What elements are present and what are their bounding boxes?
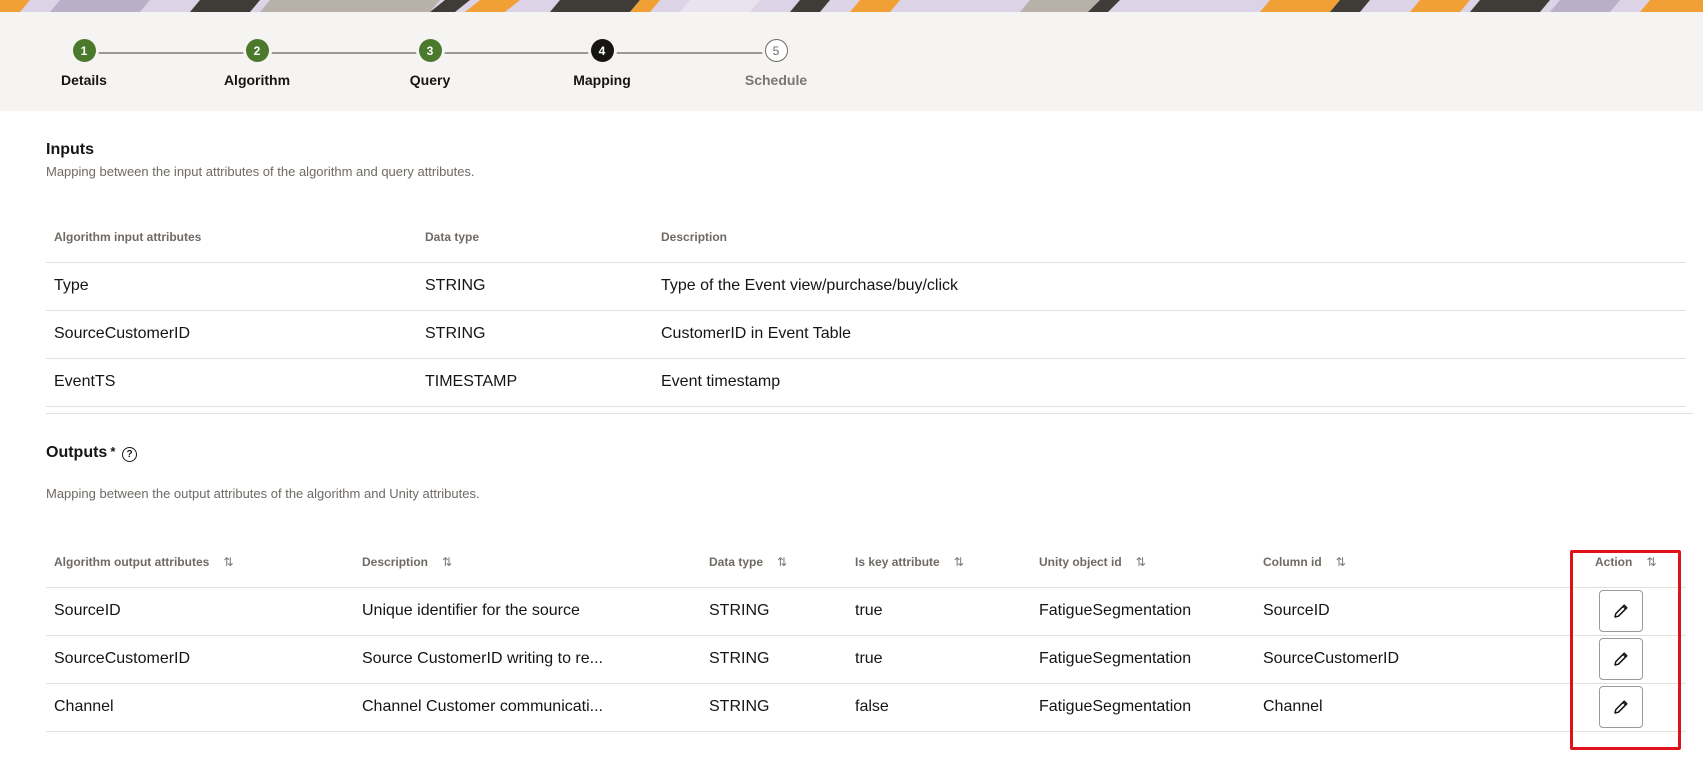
sort-icon[interactable]: ⇅ (223, 555, 233, 569)
cell-data-type: STRING (701, 682, 847, 732)
cell-is-key: true (847, 634, 1031, 683)
column-header-label: Action (1595, 554, 1633, 569)
cell-is-key: false (847, 682, 1031, 732)
column-header-action[interactable]: Action ⇅ (1575, 537, 1686, 587)
inputs-subtitle: Mapping between the input attributes of … (46, 164, 475, 179)
step-number: 3 (418, 39, 442, 62)
inputs-table: Algorithm input attributes Data type Des… (46, 212, 1686, 407)
column-header-description[interactable]: Description ⇅ (354, 537, 701, 587)
sort-icon[interactable]: ⇅ (1136, 555, 1146, 569)
table-row: Channel Channel Customer communicati... … (46, 682, 1686, 732)
cell-attribute: SourceID (46, 586, 354, 635)
column-header-column-id[interactable]: Column id ⇅ (1255, 537, 1575, 587)
pencil-icon (1614, 700, 1628, 714)
step-number: 4 (590, 39, 614, 62)
column-header-data-type: Data type (425, 229, 480, 244)
column-header-label: Algorithm output attributes (54, 554, 210, 569)
cell-description: Channel Customer communicati... (354, 682, 701, 732)
cell-unity-object-id: FatigueSegmentation (1031, 682, 1255, 732)
cell-attribute: EventTS (46, 357, 417, 407)
column-header-label: Data type (709, 554, 764, 569)
outputs-subtitle: Mapping between the output attributes of… (46, 486, 480, 501)
cell-description: Event timestamp (653, 357, 1686, 407)
table-row: EventTS TIMESTAMP Event timestamp (46, 357, 1686, 407)
cell-data-type: STRING (701, 634, 847, 683)
edit-button[interactable] (1599, 590, 1643, 632)
help-icon[interactable]: ? (122, 447, 137, 462)
cell-column-id: SourceID (1255, 586, 1575, 635)
cell-data-type: STRING (701, 586, 847, 635)
step-details[interactable]: 1 Details (9, 39, 159, 88)
outputs-title: Outputs * (46, 444, 115, 462)
section-divider (46, 413, 1693, 414)
table-row: SourceID Unique identifier for the sourc… (46, 586, 1686, 635)
cell-is-key: true (847, 586, 1031, 635)
sort-icon[interactable]: ⇅ (954, 555, 964, 569)
pencil-icon (1614, 652, 1628, 666)
cell-attribute: Channel (46, 682, 354, 732)
cell-description: CustomerID in Event Table (653, 309, 1686, 358)
table-row: SourceCustomerID Source CustomerID writi… (46, 634, 1686, 683)
cell-data-type: TIMESTAMP (417, 357, 653, 407)
cell-description: Unique identifier for the source (354, 586, 701, 635)
edit-button[interactable] (1599, 686, 1643, 728)
cell-action (1575, 682, 1686, 732)
step-query[interactable]: 3 Query (355, 39, 505, 88)
step-label: Algorithm (223, 72, 291, 88)
table-row: Type STRING Type of the Event view/purch… (46, 261, 1686, 310)
cell-action (1575, 634, 1686, 683)
column-header-label: Unity object id (1039, 554, 1122, 569)
step-label: Schedule (744, 72, 808, 88)
step-number: 2 (245, 39, 269, 62)
cell-column-id: Channel (1255, 682, 1575, 732)
column-header-attribute[interactable]: Algorithm output attributes ⇅ (46, 537, 354, 587)
cell-unity-object-id: FatigueSegmentation (1031, 586, 1255, 635)
sort-icon[interactable]: ⇅ (777, 555, 787, 569)
step-number: 5 (764, 39, 788, 62)
column-header-is-key[interactable]: Is key attribute ⇅ (847, 537, 1031, 587)
column-header-label: Column id (1263, 554, 1322, 569)
decorative-banner (0, 0, 1703, 12)
step-label: Query (409, 72, 451, 88)
sort-icon[interactable]: ⇅ (1336, 555, 1346, 569)
step-algorithm[interactable]: 2 Algorithm (182, 39, 332, 88)
table-row: SourceCustomerID STRING CustomerID in Ev… (46, 309, 1686, 358)
edit-button[interactable] (1599, 638, 1643, 680)
step-label: Mapping (573, 72, 631, 88)
pencil-icon (1614, 604, 1628, 618)
cell-description: Source CustomerID writing to re... (354, 634, 701, 683)
column-header-attribute: Algorithm input attributes (54, 229, 202, 244)
sort-icon[interactable]: ⇅ (442, 555, 452, 569)
step-label: Details (61, 72, 107, 88)
column-header-label: Description (362, 554, 429, 569)
column-header-data-type[interactable]: Data type ⇅ (701, 537, 847, 587)
cell-data-type: STRING (417, 261, 653, 310)
step-number: 1 (72, 39, 96, 62)
cell-attribute: Type (46, 261, 417, 310)
sort-icon[interactable]: ⇅ (1646, 555, 1656, 569)
inputs-title: Inputs (46, 141, 94, 158)
cell-action (1575, 586, 1686, 635)
step-train: 1 Details 2 Algorithm 3 Query 4 Mapping … (0, 12, 1703, 111)
cell-data-type: STRING (417, 309, 653, 358)
required-marker: * (110, 444, 116, 459)
table-header-row: Algorithm input attributes Data type Des… (46, 212, 1686, 262)
outputs-table: Algorithm output attributes ⇅ Description… (46, 537, 1686, 732)
cell-description: Type of the Event view/purchase/buy/clic… (653, 261, 1686, 310)
column-header-unity-object-id[interactable]: Unity object id ⇅ (1031, 537, 1255, 587)
column-header-description: Description (661, 229, 728, 244)
step-mapping[interactable]: 4 Mapping (527, 39, 677, 88)
step-schedule[interactable]: 5 Schedule (701, 39, 851, 88)
cell-attribute: SourceCustomerID (46, 309, 417, 358)
outputs-title-text: Outputs (46, 444, 108, 461)
cell-attribute: SourceCustomerID (46, 634, 354, 683)
table-header-row: Algorithm output attributes ⇅ Description… (46, 537, 1686, 587)
cell-unity-object-id: FatigueSegmentation (1031, 634, 1255, 683)
column-header-label: Is key attribute (855, 554, 940, 569)
cell-column-id: SourceCustomerID (1255, 634, 1575, 683)
